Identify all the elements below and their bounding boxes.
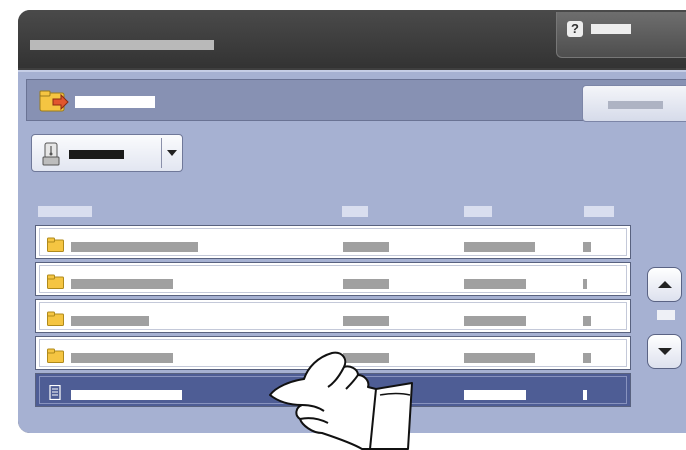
item-name: [71, 390, 182, 400]
folder-icon: [47, 348, 64, 363]
usb-drive-icon: [42, 142, 60, 166]
item-name: [71, 316, 149, 326]
folder-icon: [47, 311, 64, 326]
document-icon: [49, 385, 61, 400]
column-header-4[interactable]: [584, 206, 614, 217]
item-col2: [343, 279, 389, 289]
path-bar: [26, 79, 686, 122]
folder-icon: [47, 237, 64, 252]
current-path: [75, 96, 155, 108]
pointing-hand-icon: [269, 351, 413, 450]
page-indicator: [657, 310, 675, 320]
item-col3: [464, 353, 535, 363]
scroll-down-button[interactable]: [647, 334, 682, 369]
item-col4: [583, 242, 591, 252]
chevron-down-icon: [167, 150, 177, 156]
title-bar: ?: [18, 10, 686, 68]
item-col3: [464, 390, 526, 400]
source-selected-value: [69, 150, 124, 159]
window-title: [30, 40, 214, 50]
column-header-3[interactable]: [464, 206, 492, 217]
scroll-up-button[interactable]: [647, 267, 682, 302]
item-col3: [464, 279, 526, 289]
item-col4: [583, 279, 587, 289]
folder-up-icon[interactable]: [39, 89, 69, 113]
item-col2: [343, 316, 389, 326]
column-header-name[interactable]: [38, 206, 92, 217]
item-col4: [583, 390, 587, 400]
item-name: [71, 279, 173, 289]
source-dropdown[interactable]: [31, 134, 183, 172]
help-label: [591, 24, 631, 34]
item-name: [71, 353, 173, 363]
item-col2: [343, 242, 389, 252]
arrow-up-icon: [658, 281, 672, 288]
item-col4: [583, 353, 591, 363]
item-name: [71, 242, 198, 252]
path-action-button[interactable]: [582, 85, 686, 122]
help-button[interactable]: ?: [556, 12, 686, 58]
dropdown-divider: [161, 138, 162, 168]
path-action-label: [608, 101, 663, 109]
arrow-down-icon: [658, 348, 672, 355]
help-icon: ?: [567, 21, 583, 37]
list-item[interactable]: [35, 225, 631, 259]
list-item[interactable]: [35, 299, 631, 333]
folder-icon: [47, 274, 64, 289]
column-header-2[interactable]: [342, 206, 368, 217]
item-col4: [583, 316, 591, 326]
item-col3: [464, 242, 535, 252]
item-col3: [464, 316, 526, 326]
list-item[interactable]: [35, 262, 631, 296]
